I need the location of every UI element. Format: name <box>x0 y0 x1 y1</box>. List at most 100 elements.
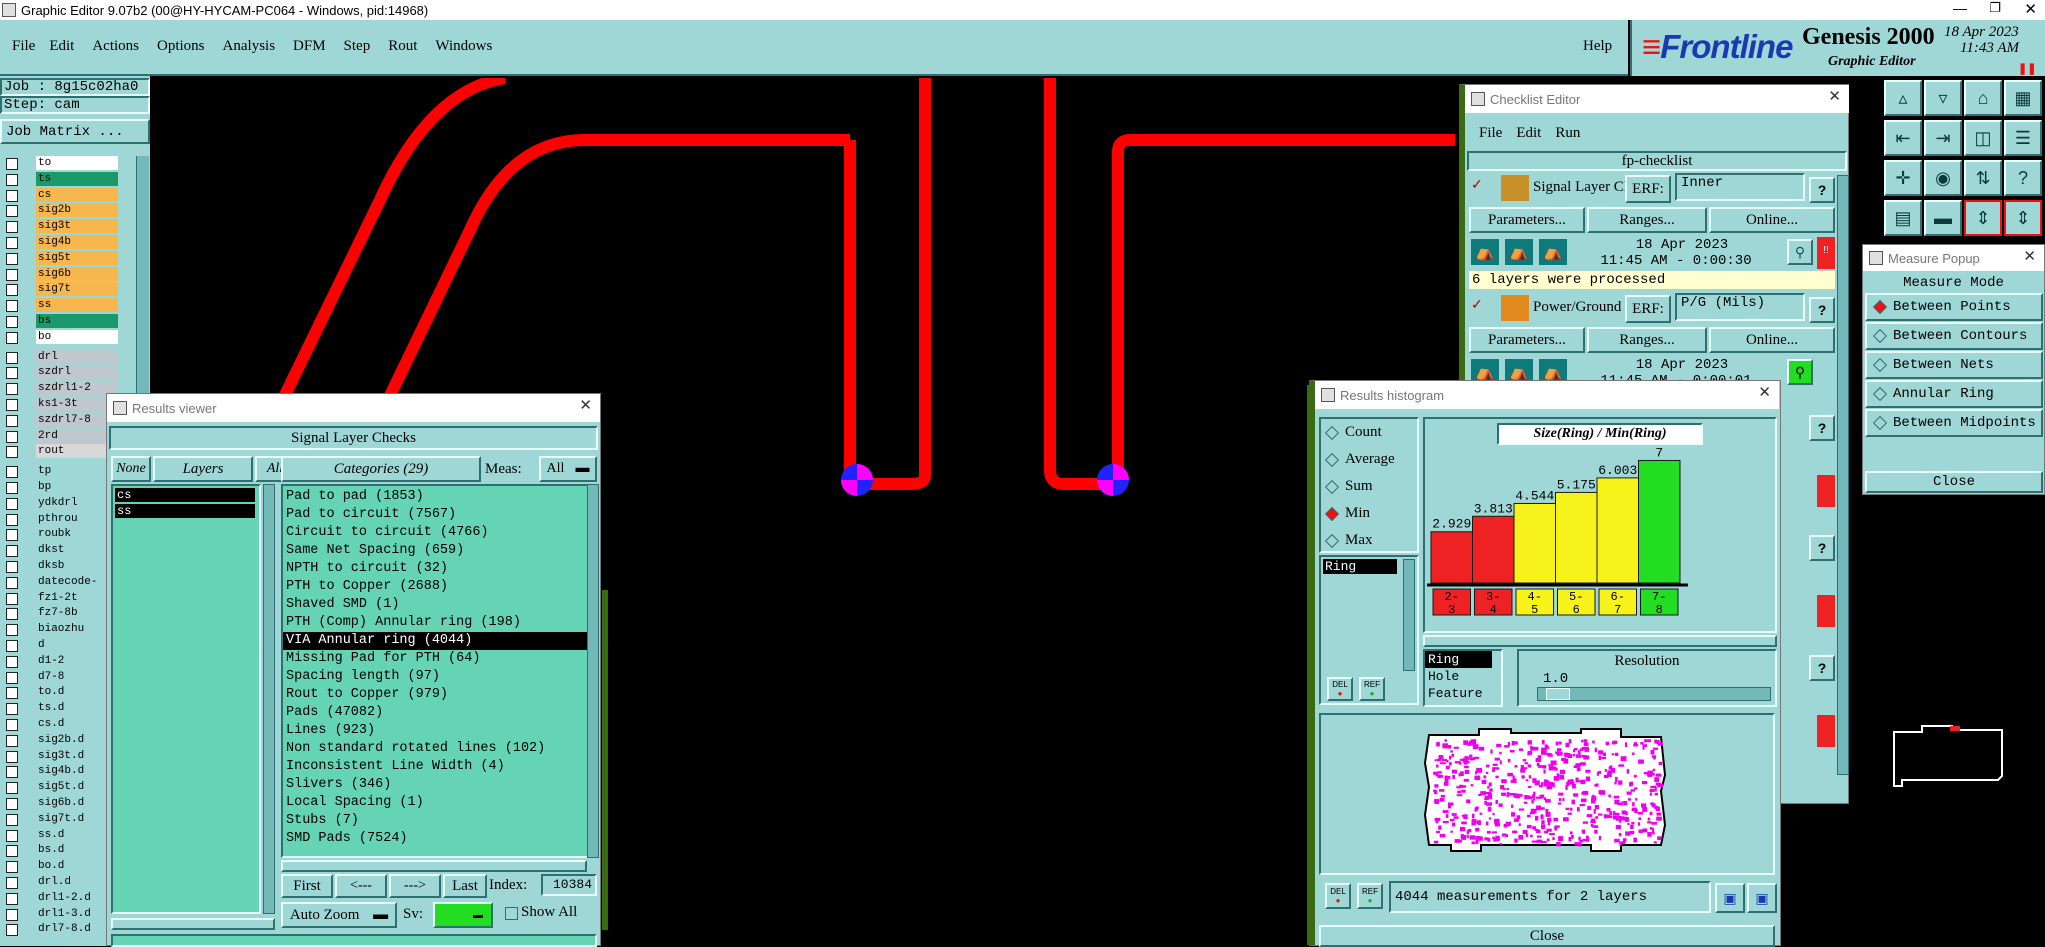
layer-row[interactable]: szdrl1-2 <box>0 381 120 396</box>
layer-row[interactable]: ss <box>0 298 120 313</box>
tool-center-icon[interactable]: ◉ <box>1924 160 1962 196</box>
category-item[interactable]: SMD Pads (7524) <box>283 830 591 848</box>
layer-row[interactable]: sig7t <box>0 282 120 297</box>
del-button[interactable]: DEL ● <box>1325 883 1351 909</box>
layer-checkbox[interactable] <box>6 513 18 526</box>
menu-file[interactable]: File <box>12 38 35 55</box>
none-button[interactable]: None <box>111 456 151 482</box>
layer-row[interactable]: sig5t <box>0 250 120 266</box>
layer-row[interactable]: bo <box>0 329 120 345</box>
layers-hscroll[interactable] <box>111 918 275 930</box>
layer-row[interactable]: sig2b <box>0 203 120 218</box>
category-item[interactable]: Missing Pad for PTH (64) <box>283 650 591 668</box>
layer-row[interactable]: sig3t <box>0 219 120 234</box>
ring-field-scrollbar[interactable] <box>1403 559 1415 671</box>
layer-checkbox[interactable] <box>6 284 18 297</box>
category-item[interactable]: Rout to Copper (979) <box>283 686 591 704</box>
layer-checkbox[interactable] <box>6 545 18 558</box>
layer-checkbox[interactable] <box>6 861 18 874</box>
layer-checkbox[interactable] <box>6 892 18 905</box>
layer-checkbox[interactable] <box>6 561 18 573</box>
index-field[interactable]: 10384 <box>541 874 597 896</box>
tool-bar-icon[interactable]: ▬ <box>1924 200 1962 236</box>
layer-row[interactable]: ts <box>0 171 120 187</box>
layer-row[interactable]: szdrl <box>0 365 120 380</box>
parameters-button[interactable]: Parameters... <box>1469 327 1585 353</box>
layer-checkbox[interactable] <box>6 221 18 234</box>
category-item[interactable]: NPTH to circuit (32) <box>283 560 591 578</box>
layer-checkbox[interactable] <box>6 924 18 937</box>
tool-net-icon[interactable]: ⇕ <box>2004 200 2042 236</box>
layer-checkbox[interactable] <box>6 466 18 479</box>
layer-checkbox[interactable] <box>6 719 18 731</box>
layer-checkbox[interactable] <box>6 158 18 170</box>
menu-actions[interactable]: Actions <box>92 38 139 55</box>
menu-edit[interactable]: Edit <box>49 38 74 55</box>
category-item[interactable]: PTH (Comp) Annular ring (198) <box>283 614 591 632</box>
menu-analysis[interactable]: Analysis <box>223 38 276 55</box>
category-item[interactable]: Stubs (7) <box>283 812 591 830</box>
category-item[interactable]: Inconsistent Line Width (4) <box>283 758 591 776</box>
ref-button[interactable]: REF ● <box>1359 677 1385 701</box>
category-item[interactable]: Shaved SMD (1) <box>283 596 591 614</box>
tool-pan-icon[interactable]: ✛ <box>1884 160 1922 196</box>
layer-row[interactable]: bs <box>0 314 120 329</box>
layer-checkbox[interactable] <box>6 367 18 380</box>
layer-row[interactable]: datecode- <box>0 574 120 590</box>
category-item[interactable]: Pad to circuit (7567) <box>283 506 591 524</box>
layer-result-list[interactable]: cs ss <box>111 484 261 914</box>
layer-checkbox[interactable] <box>6 845 18 858</box>
layer-row[interactable]: pthrou <box>0 511 120 527</box>
minimize-icon[interactable]: — <box>1953 0 1967 16</box>
close-icon[interactable]: ✕ <box>2024 0 2037 18</box>
tool-right-icon[interactable]: ⇥ <box>1924 120 1962 156</box>
layer-row[interactable]: sig5t.d <box>0 780 120 795</box>
layer-checkbox[interactable] <box>6 671 18 684</box>
layer-checkbox[interactable] <box>6 430 18 443</box>
enabled-checkmark-icon[interactable]: ✓ <box>1471 296 1483 313</box>
run-icon[interactable]: ⛺ <box>1539 239 1567 265</box>
layer-checkbox[interactable] <box>6 750 18 763</box>
minimap[interactable] <box>1882 716 2045 826</box>
mode-radio[interactable]: Min <box>1321 500 1417 527</box>
help-button[interactable]: ? <box>1809 535 1835 561</box>
layer-checkbox[interactable] <box>6 592 18 605</box>
parameters-button[interactable]: Parameters... <box>1469 207 1585 233</box>
layer-row[interactable]: ydkdrl <box>0 495 120 511</box>
layer-row[interactable]: ss.d <box>0 827 120 843</box>
histogram-chart[interactable]: 2.9292-33.8133-44.5444-55.1755-66.0036-7… <box>1425 419 1775 629</box>
layer-row[interactable]: drl7-8.d <box>0 922 120 937</box>
layer-row[interactable]: dkst <box>0 543 120 558</box>
layer-checkbox[interactable] <box>6 351 18 364</box>
layer-checkbox[interactable] <box>6 446 18 459</box>
layer-checkbox[interactable] <box>6 173 18 186</box>
layer-checkbox[interactable] <box>6 640 18 652</box>
category-item[interactable]: PTH to Copper (2688) <box>283 578 591 596</box>
online-button[interactable]: Online... <box>1709 207 1835 233</box>
tool-swap-icon[interactable]: ⇅ <box>1964 160 2002 196</box>
erf-button[interactable]: ERF: <box>1625 175 1671 203</box>
sv-color-select[interactable]: ▬ <box>433 902 493 928</box>
layer-row[interactable]: drl1-3.d <box>0 906 120 922</box>
histogram-bar[interactable] <box>1638 459 1681 584</box>
layer-checkbox[interactable] <box>6 608 18 621</box>
tool-up-icon[interactable]: ▵ <box>1884 80 1922 116</box>
measure-mode-option[interactable]: Between Contours <box>1865 322 2043 350</box>
checklist-menu-run[interactable]: Run <box>1555 125 1580 142</box>
layer-row[interactable]: drl.d <box>0 875 120 890</box>
first-button[interactable]: First <box>281 874 333 898</box>
layer-row[interactable]: d1-2 <box>0 653 120 669</box>
layer-checkbox[interactable] <box>6 877 18 889</box>
histogram-bar[interactable] <box>1596 477 1639 584</box>
layer-checkbox[interactable] <box>6 205 18 218</box>
layer-row[interactable]: bs.d <box>0 843 120 858</box>
tool-layer-icon[interactable]: ▤ <box>1884 200 1922 236</box>
measure-mode-option[interactable]: Between Midpoints <box>1865 409 2043 437</box>
tool-window-icon[interactable]: ◫ <box>1964 120 2002 156</box>
ranges-button[interactable]: Ranges... <box>1587 327 1707 353</box>
zoom-results-icon[interactable]: ⚲ <box>1787 359 1813 385</box>
help-button[interactable]: ? <box>1809 177 1835 203</box>
resolution-slider[interactable] <box>1537 687 1771 701</box>
layer-row[interactable]: fz1-2t <box>0 590 120 606</box>
layer-row[interactable]: biaozhu <box>0 622 120 637</box>
